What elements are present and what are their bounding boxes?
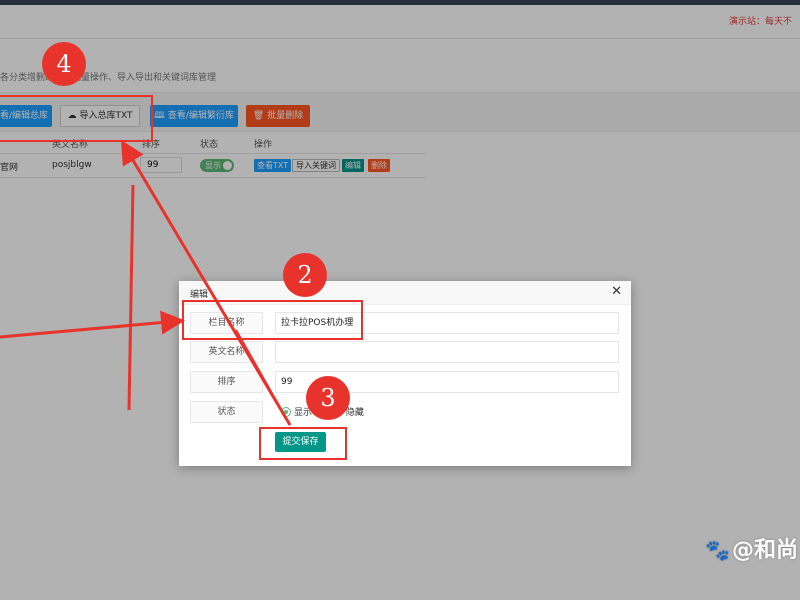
step-badge-3: 3 bbox=[306, 376, 350, 420]
paw-icon: 🐾 bbox=[705, 538, 730, 562]
radio-hide-label: 隐藏 bbox=[345, 408, 364, 418]
radio-show[interactable] bbox=[281, 406, 291, 417]
english-name-label: 英文名称 bbox=[190, 341, 263, 363]
highlight-column-name-box bbox=[182, 300, 363, 340]
english-name-input[interactable] bbox=[275, 341, 619, 363]
close-icon[interactable]: ✕ bbox=[611, 284, 622, 299]
step-badge-2: 2 bbox=[283, 253, 327, 297]
highlight-toolbar-box bbox=[0, 95, 153, 142]
status-label: 状态 bbox=[190, 401, 263, 423]
watermark: 🐾@和尚 bbox=[705, 538, 798, 563]
highlight-submit-box bbox=[259, 427, 347, 460]
dialog-title: 编辑 bbox=[190, 290, 209, 300]
sort-label: 排序 bbox=[190, 371, 263, 393]
step-badge-4: 4 bbox=[42, 42, 86, 86]
